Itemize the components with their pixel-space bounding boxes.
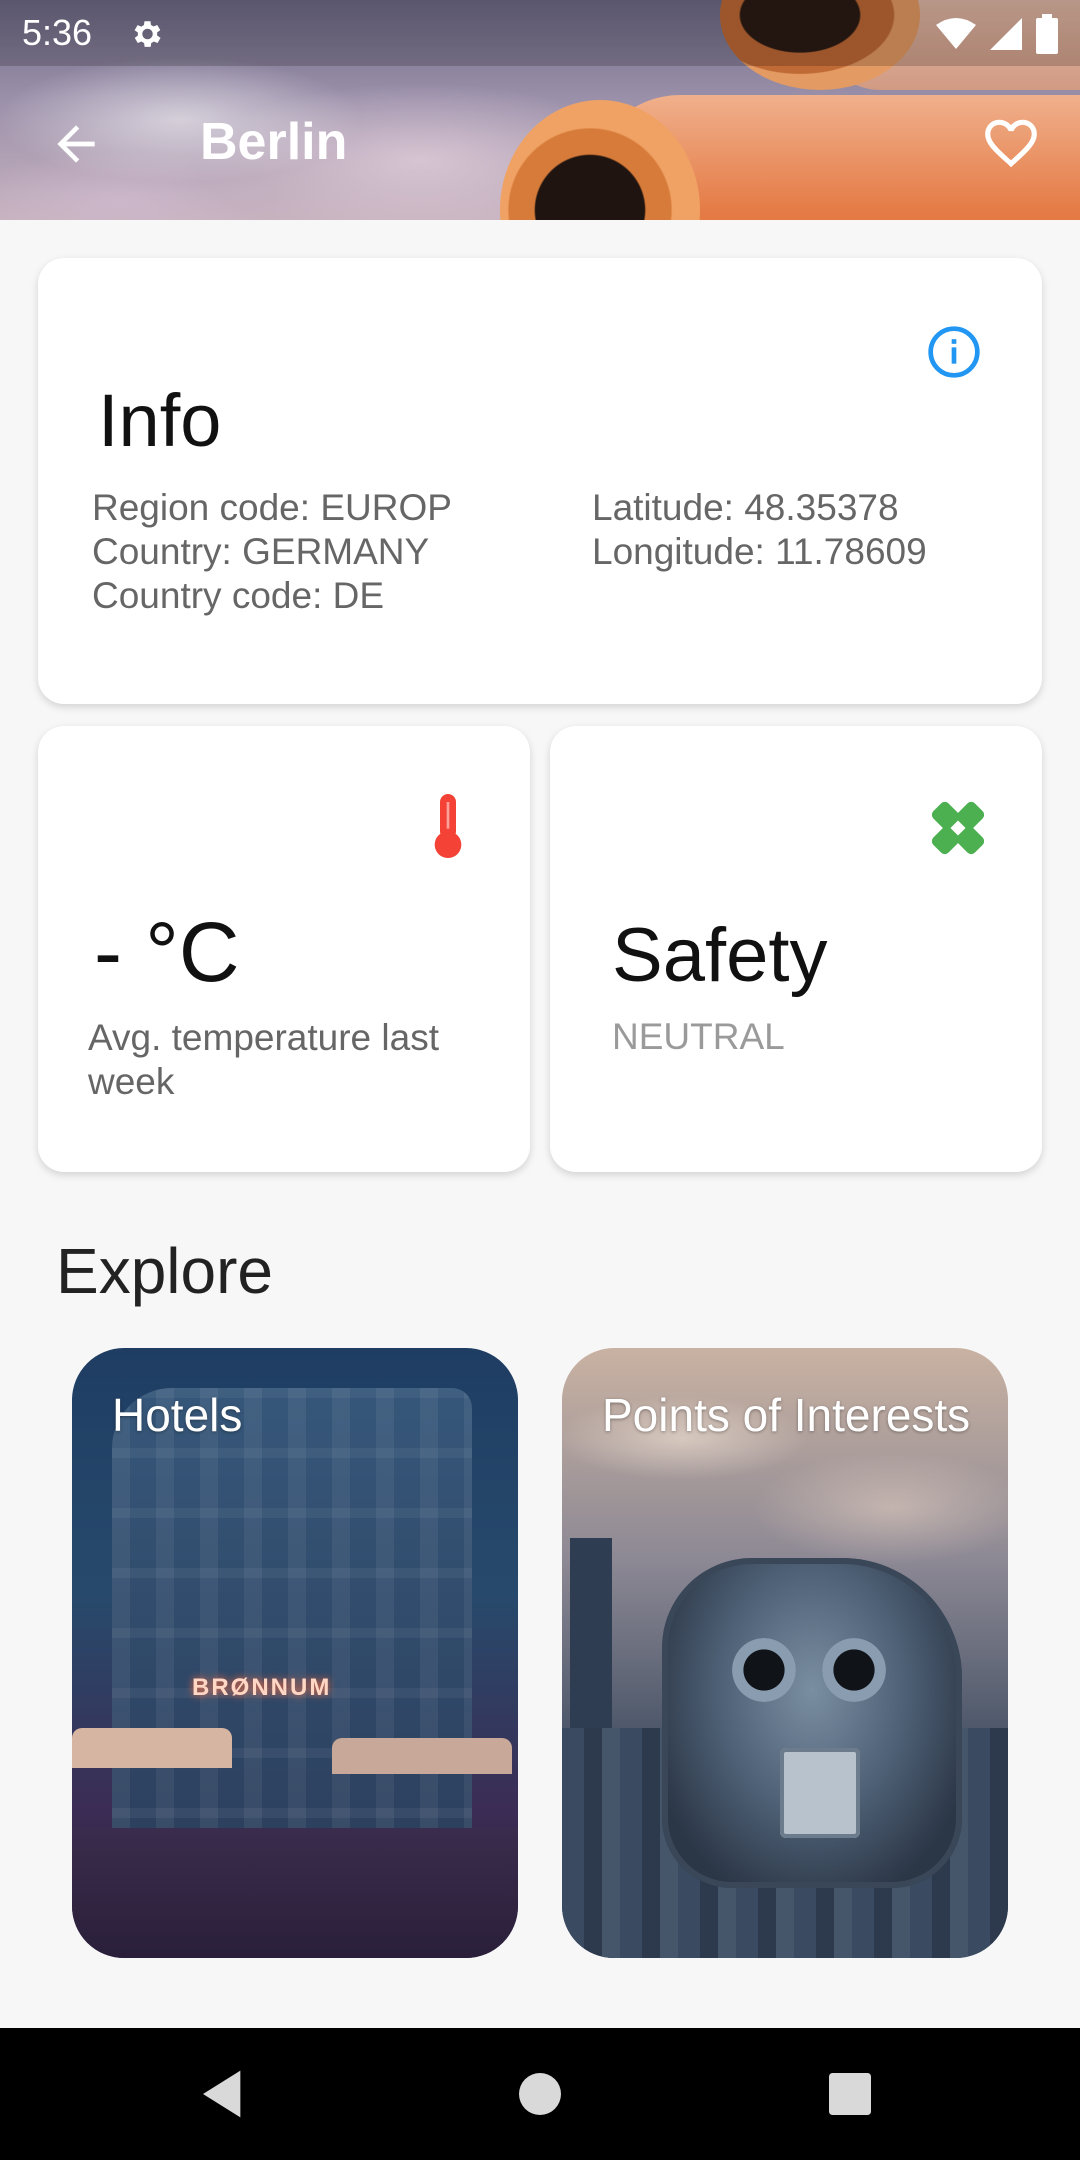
info-title: Info xyxy=(98,379,222,462)
temperature-label: Avg. temperature last week xyxy=(88,1017,439,1102)
heart-outline-icon[interactable] xyxy=(980,112,1042,174)
recents-square-icon[interactable] xyxy=(822,2066,878,2122)
settings-gear-icon xyxy=(134,21,161,47)
info-circle-icon[interactable] xyxy=(926,324,982,380)
awning xyxy=(332,1738,512,1774)
hotel-building-image xyxy=(112,1388,472,1858)
battery-icon xyxy=(1036,14,1058,54)
safety-card[interactable]: Safety NEUTRAL xyxy=(550,726,1042,1172)
page-title: Berlin xyxy=(200,113,348,171)
explore-heading: Explore xyxy=(56,1235,273,1307)
thermometer-icon xyxy=(434,794,462,858)
system-nav-bar xyxy=(0,2028,1080,2160)
info-details-left: Region code: EUROP Country: GERMANY Coun… xyxy=(92,486,452,618)
bandage-icon xyxy=(931,801,985,855)
status-icons xyxy=(936,14,1058,54)
latitude: Latitude: 48.35378 xyxy=(592,487,899,528)
arrow-back-icon[interactable] xyxy=(48,116,104,172)
hotels-tile[interactable]: BRØNNUM Hotels xyxy=(72,1348,518,1958)
longitude: Longitude: 11.78609 xyxy=(592,531,927,572)
street xyxy=(72,1828,518,1958)
hotels-label: Hotels xyxy=(112,1389,243,1441)
viewer-lens xyxy=(732,1638,796,1702)
coin-plate xyxy=(780,1748,860,1838)
points-of-interests-label: Points of Interests xyxy=(602,1389,971,1441)
back-triangle-icon[interactable] xyxy=(196,2066,252,2122)
home-circle-icon[interactable] xyxy=(512,2066,568,2122)
points-of-interests-tile[interactable]: Points of Interests xyxy=(562,1348,1008,1958)
safety-status: NEUTRAL xyxy=(612,1016,785,1057)
header-banner: 5:36 Berlin xyxy=(0,0,1080,220)
info-card[interactable]: Info Region code: EUROP Country: GERMANY… xyxy=(38,258,1042,704)
safety-title: Safety xyxy=(612,913,828,998)
temperature-value: - °C xyxy=(94,905,240,999)
country-code: Country code: DE xyxy=(92,575,385,616)
temperature-card[interactable]: - °C Avg. temperature last week xyxy=(38,726,530,1172)
signal-icon xyxy=(990,18,1022,50)
info-details-right: Latitude: 48.35378 Longitude: 11.78609 xyxy=(592,486,927,574)
country: Country: GERMANY xyxy=(92,531,430,572)
status-time: 5:36 xyxy=(22,12,93,53)
viewer-lens xyxy=(822,1638,886,1702)
region-code: Region code: EUROP xyxy=(92,487,452,528)
wifi-icon xyxy=(936,18,976,49)
hotel-sign: BRØNNUM xyxy=(192,1674,332,1701)
awning xyxy=(72,1728,232,1768)
binocular-viewer-image xyxy=(662,1558,962,1888)
